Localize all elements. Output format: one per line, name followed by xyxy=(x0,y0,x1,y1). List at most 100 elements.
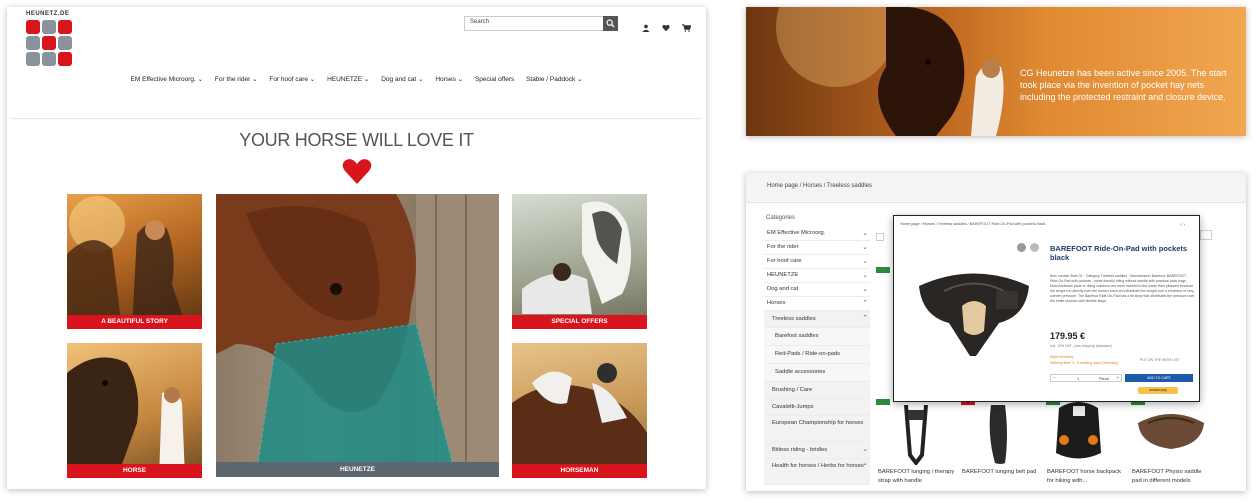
product-name[interactable]: BAREFOOT horse backpack for hiking with.… xyxy=(1047,468,1127,486)
tile-a-beautiful-story[interactable]: A BEAUTIFUL STORY xyxy=(67,194,202,329)
heart-icon xyxy=(342,159,372,184)
sidebar-item-label: For hoof care xyxy=(767,258,802,264)
quick-view-modal: Home page / Horses / Treeless saddles / … xyxy=(893,215,1200,402)
search-input[interactable]: Search xyxy=(464,16,618,31)
chevron-icon[interactable]: ⌄ xyxy=(862,241,868,254)
sidebar-item[interactable]: Health for horses / Herbs for horses ⌄ xyxy=(764,459,870,485)
product-card[interactable]: BAREFOOT Physio saddle pad in different … xyxy=(1132,468,1212,486)
qty-minus[interactable]: − xyxy=(1053,375,1055,380)
modal-breadcrumb[interactable]: Home page / Horses / Treeless saddles / … xyxy=(900,222,1046,226)
sidebar-item[interactable]: Bitless riding - bridles ⌄ xyxy=(764,442,870,459)
sidebar-item[interactable]: EM Effective Microorg. ⌄ xyxy=(764,227,870,241)
tile-horse[interactable]: HORSE xyxy=(67,343,202,478)
sort-dropdown[interactable] xyxy=(876,233,884,241)
nav-item-dog-cat[interactable]: Dog and cat ⌄ xyxy=(381,75,423,83)
horse-photo xyxy=(67,357,185,478)
sidebar-item[interactable]: Cavaletti-Jumps xyxy=(764,399,870,416)
sidebar-item-label: Treeless saddles xyxy=(772,316,816,322)
special-offers-photo xyxy=(522,201,631,314)
sidebar-item[interactable]: Dog and cat ⌄ xyxy=(764,283,870,297)
nav-item-rider[interactable]: For the rider ⌄ xyxy=(215,75,258,83)
chevron-icon[interactable]: ⌃ xyxy=(862,297,868,310)
qty-value: 1 xyxy=(1077,376,1080,381)
tile-label: SPECIAL OFFERS xyxy=(512,315,647,329)
add-to-cart-button[interactable]: ADD TO CART xyxy=(1125,374,1193,382)
tile-heunetze[interactable]: HEUNETZE xyxy=(216,194,499,477)
product-image-lunging-strap[interactable] xyxy=(896,405,936,465)
sidebar-item[interactable]: Treeless saddles ⌃ xyxy=(764,311,870,328)
sidebar-item[interactable]: European Championship for horses xyxy=(764,416,870,442)
product-image-backpack[interactable] xyxy=(1051,398,1106,463)
sidebar-item-label: European Championship for horses xyxy=(772,420,864,426)
stock-status: Right inventory xyxy=(1050,355,1074,359)
nav-item-hoof-care[interactable]: For hoof care ⌄ xyxy=(269,75,315,83)
sidebar-item[interactable]: For the rider ⌄ xyxy=(764,241,870,255)
nav-item-stable[interactable]: Stable / Paddock ⌄ xyxy=(526,75,582,83)
sidebar-item[interactable]: HEUNETZE ⌄ xyxy=(764,269,870,283)
sidebar-item[interactable]: Brushing / Care xyxy=(764,382,870,399)
cart-icon[interactable] xyxy=(682,19,692,32)
qty-plus[interactable]: + xyxy=(1117,375,1119,380)
chevron-icon[interactable]: ⌄ xyxy=(862,283,868,296)
chevron-icon[interactable]: ⌄ xyxy=(862,459,868,468)
breadcrumb-text[interactable]: Home page / Horses / Treeless saddles xyxy=(767,183,872,189)
wishlist-link[interactable]: PUT ON THE WISH LIST xyxy=(1140,358,1180,362)
header-icons xyxy=(642,19,692,32)
nav-item-heunetze[interactable]: HEUNETZE ⌄ xyxy=(327,75,369,83)
sidebar-item[interactable]: Reit-Pads / Ride-on-pads xyxy=(764,346,870,364)
account-icon[interactable] xyxy=(642,19,650,32)
sidebar-item[interactable]: Horses ⌃ xyxy=(764,297,870,311)
product-name[interactable]: BAREFOOT Physio saddle pad in different … xyxy=(1132,468,1212,486)
nav-item-horses[interactable]: Horses ⌄ xyxy=(435,75,463,83)
tile-special-offers[interactable]: SPECIAL OFFERS xyxy=(512,194,647,329)
chevron-icon[interactable]: ⌄ xyxy=(862,255,868,268)
search-placeholder: Search xyxy=(470,19,490,25)
product-card[interactable]: BAREFOOT lunging belt pad xyxy=(962,468,1042,477)
category-page-panel: Home page / Horses / Treeless saddles Ca… xyxy=(746,173,1246,491)
breadcrumb: Home page / Horses / Treeless saddles xyxy=(746,173,1246,203)
qty-unit: Piece xyxy=(1099,376,1110,381)
sidebar-item-label: Reit-Pads / Ride-on-pads xyxy=(775,351,841,357)
next-page-button[interactable] xyxy=(1200,230,1212,240)
product-card[interactable]: BAREFOOT horse backpack for hiking with.… xyxy=(1047,468,1127,486)
chevron-icon[interactable]: ⌄ xyxy=(862,227,868,240)
homepage-panel: HEUNETZ.DE Search EM Effective Microorg.… xyxy=(7,7,706,489)
quantity-stepper[interactable]: − 1 Piece + xyxy=(1050,374,1122,382)
product-card[interactable]: BAREFOOT lunging / therapy strap with ha… xyxy=(878,468,958,486)
sidebar-item-label: Barefoot saddles xyxy=(775,333,819,339)
sidebar-item-label: For the rider xyxy=(767,244,799,250)
product-image-lunging-belt-pad[interactable] xyxy=(983,405,1013,465)
tile-label: HEUNETZE xyxy=(216,462,499,477)
wishlist-icon[interactable] xyxy=(662,19,670,32)
sidebar-item[interactable]: Barefoot saddles xyxy=(764,328,870,346)
chevron-icon[interactable]: ⌄ xyxy=(862,442,868,458)
chevron-icon[interactable]: ⌃ xyxy=(862,311,868,327)
nav-item-em[interactable]: EM Effective Microorg. ⌄ xyxy=(131,75,204,83)
heunetze-photo xyxy=(216,194,499,477)
nav-item-special-offers[interactable]: Special offers xyxy=(475,76,514,83)
search-button[interactable] xyxy=(603,16,618,31)
tile-label: HORSEMAN xyxy=(512,464,647,478)
sidebar-item[interactable]: For hoof care ⌄ xyxy=(764,255,870,269)
compare-icon[interactable] xyxy=(1030,243,1039,252)
tile-label: HORSE xyxy=(67,464,202,478)
sidebar-item[interactable]: Saddle accessories xyxy=(764,364,870,382)
delivery-time: Delivery time: 3 - 5 working days (Germa… xyxy=(1050,361,1119,365)
sidebar-item-label: Brushing / Care xyxy=(772,387,813,393)
sidebar-item-label: Dog and cat xyxy=(767,286,799,292)
modal-prev-next[interactable]: ‹ › xyxy=(1180,222,1185,228)
tile-horseman[interactable]: HORSEMAN xyxy=(512,343,647,478)
logo-wordmark: HEUNETZ.DE xyxy=(26,11,70,17)
zoom-icon[interactable] xyxy=(1017,243,1026,252)
category-sidebar: EM Effective Microorg. ⌄ For the rider ⌄ For… xyxy=(764,227,870,485)
story-photo xyxy=(67,196,187,329)
product-name[interactable]: BAREFOOT lunging / therapy strap with ha… xyxy=(878,468,958,486)
modal-product-description: Item number BaH-01 · Category Treeless s… xyxy=(1050,274,1195,303)
amazon-pay-button[interactable]: amazon pay xyxy=(1138,387,1178,394)
product-image-physio-pad[interactable] xyxy=(1136,405,1206,450)
site-logo[interactable]: HEUNETZ.DE xyxy=(26,11,74,66)
product-name[interactable]: BAREFOOT lunging belt pad xyxy=(962,468,1042,477)
chevron-icon[interactable]: ⌄ xyxy=(862,269,868,282)
modal-price: 179.95 € xyxy=(1050,331,1086,341)
categories-title: Categories xyxy=(766,215,796,221)
